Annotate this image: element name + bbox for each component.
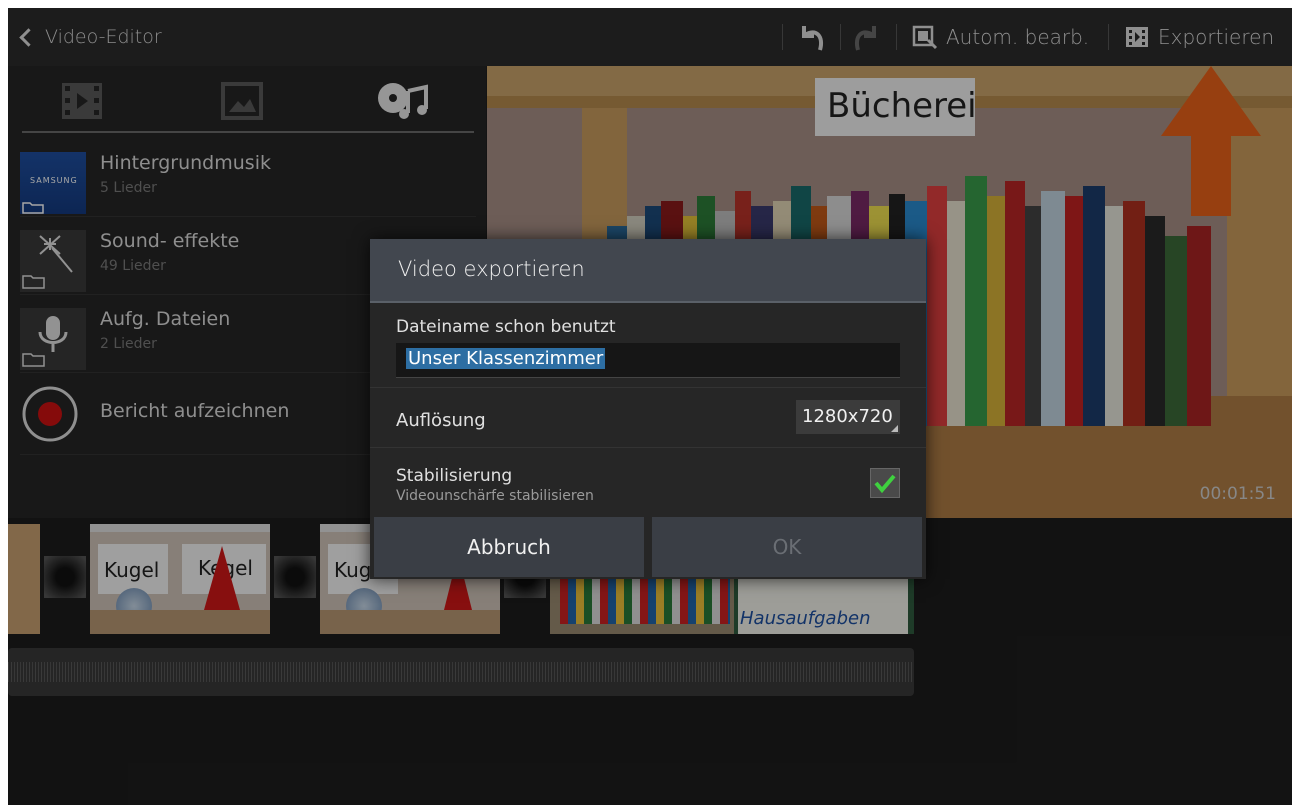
filename-label: Dateiname schon benutzt [396,317,616,337]
dialog-header: Video exportieren [370,239,926,303]
resolution-dropdown[interactable]: 1280x720 [796,400,900,434]
stabilize-sublabel: Videounschärfe stabilisieren [396,488,594,504]
ok-button[interactable]: OK [652,517,922,577]
dialog-title: Video exportieren [398,257,585,281]
stabilize-label: Stabilisierung [396,466,513,486]
resolution-label: Auflösung [396,410,486,431]
stabilize-checkbox[interactable] [870,468,900,498]
filename-section: Dateiname schon benutzt Unser Klassenzim… [370,303,926,385]
filename-value: Unser Klassenzimmer [406,348,606,369]
screen: Video-Editor Autom. bearb. Exportieren S… [8,8,1292,805]
resolution-row: Auflösung 1280x720 [370,387,926,446]
resolution-value: 1280x720 [802,406,893,427]
stabilize-row[interactable]: Stabilisierung Videounschärfe stabilisie… [370,447,926,516]
export-dialog: Video exportieren Dateiname schon benutz… [370,239,926,579]
filename-field[interactable]: Unser Klassenzimmer [396,343,900,378]
dropdown-corner-icon [891,425,898,432]
checkmark-icon [874,474,896,494]
cancel-button[interactable]: Abbruch [374,517,644,577]
